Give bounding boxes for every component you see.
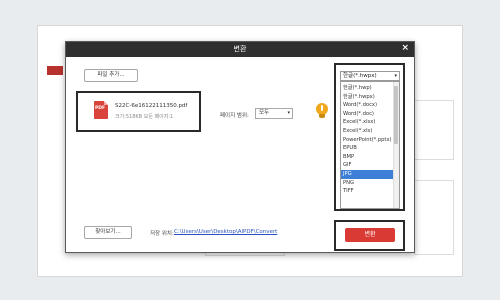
file-name: S22C-6e16122111350.pdf <box>115 103 188 109</box>
output-format-value: 한글(*.hwpx) <box>343 73 377 79</box>
background-card <box>414 180 454 255</box>
chevron-down-icon: ▾ <box>287 110 290 116</box>
format-option[interactable]: TIFF <box>341 187 393 196</box>
page-range-label: 페이지 범위: <box>220 113 249 119</box>
page-range-select[interactable]: 모두 ▾ <box>255 108 293 119</box>
browse-button[interactable]: 찾아보기... <box>84 226 132 239</box>
scrollbar-thumb[interactable] <box>394 86 398 144</box>
lightbulb-icon[interactable] <box>315 103 329 119</box>
dialog-titlebar: 변환 × <box>66 42 414 57</box>
format-option[interactable]: Word(*.docx) <box>341 101 393 110</box>
format-option[interactable]: PowerPoint(*.pptx) <box>341 136 393 145</box>
format-option[interactable]: BMP <box>341 153 393 162</box>
format-option[interactable]: Excel(*.xlsx) <box>341 118 393 127</box>
format-option[interactable]: PNG <box>341 179 393 188</box>
save-location-label: 저장 위치: <box>150 231 174 237</box>
pdf-file-icon: PDF <box>94 101 108 119</box>
add-file-button[interactable]: 파일 추가... <box>84 69 138 82</box>
save-location-path[interactable]: C:\Users\User\Desktop\AlPDF\Convert <box>174 229 277 235</box>
file-meta: 크기:518KB 모든 페이지:1 <box>115 114 174 120</box>
format-option[interactable]: JPG <box>341 170 393 179</box>
format-option[interactable]: 한글(*.hwp) <box>341 84 393 93</box>
output-format-select[interactable]: 한글(*.hwpx) ▾ <box>340 71 400 81</box>
dialog-title: 변환 <box>233 45 247 53</box>
page-range-value: 모두 <box>259 110 270 116</box>
chevron-down-icon: ▾ <box>394 73 397 79</box>
convert-dialog: 변환 × 파일 추가... PDF S22C-6e16122111350.pdf… <box>65 41 415 253</box>
format-option[interactable]: EPUB <box>341 144 393 153</box>
list-scrollbar[interactable] <box>393 82 399 208</box>
file-item[interactable]: PDF S22C-6e16122111350.pdf 크기:518KB 모든 페… <box>76 91 201 132</box>
output-format-panel: 한글(*.hwpx) ▾ 한글(*.hwp) 한글(*.hwpx) Word(*.d… <box>334 63 405 211</box>
background-logo-mark <box>47 66 63 75</box>
background-card <box>414 100 454 160</box>
convert-button[interactable]: 변환 <box>345 228 395 242</box>
format-option[interactable]: 한글(*.hwpx) <box>341 93 393 102</box>
format-option[interactable]: Excel(*.xls) <box>341 127 393 136</box>
output-format-list[interactable]: 한글(*.hwp) 한글(*.hwpx) Word(*.docx) Word(*.do… <box>340 81 400 209</box>
close-icon[interactable]: × <box>401 43 409 53</box>
format-option[interactable]: Word(*.doc) <box>341 110 393 119</box>
convert-button-frame: 변환 <box>334 220 405 251</box>
format-option[interactable]: GIF <box>341 161 393 170</box>
pdf-icon-text: PDF <box>95 106 106 111</box>
